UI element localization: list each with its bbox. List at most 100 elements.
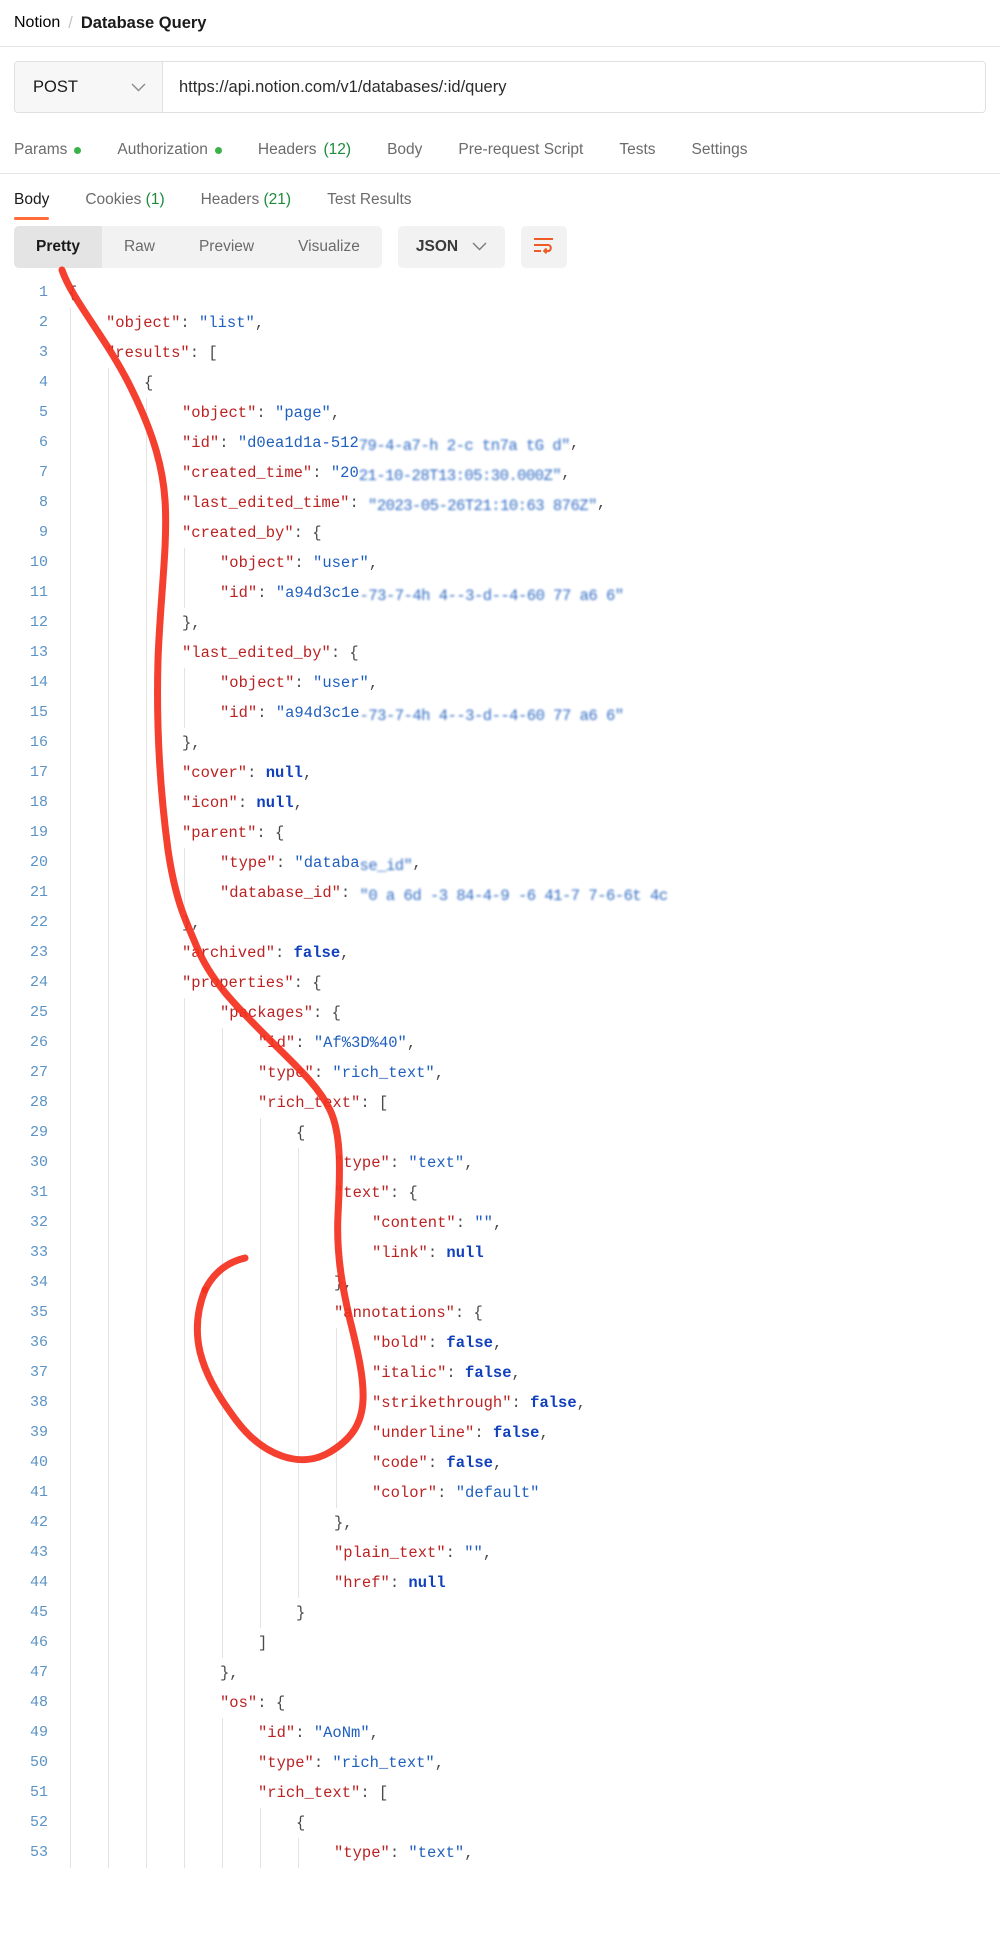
code-line[interactable]: ] <box>58 1628 1000 1658</box>
code-line[interactable]: "icon": null, <box>58 788 1000 818</box>
code-token: , <box>464 1154 474 1172</box>
code-line[interactable]: "rich_text": [ <box>58 1088 1000 1118</box>
view-raw-button[interactable]: Raw <box>102 226 177 268</box>
code-line[interactable]: "type": "rich_text", <box>58 1748 1000 1778</box>
code-line[interactable]: "type": "rich_text", <box>58 1058 1000 1088</box>
line-number: 22 <box>29 914 48 931</box>
http-method-label: POST <box>33 77 78 96</box>
code-line[interactable]: { <box>58 1118 1000 1148</box>
breadcrumb-root[interactable]: Notion <box>14 14 60 32</box>
code-token: , <box>330 404 341 422</box>
code-line[interactable]: "annotations": { <box>58 1298 1000 1328</box>
code-token: null <box>408 1574 446 1592</box>
code-lines[interactable]: {"object": "list", "results": [{"object":… <box>58 278 1000 1868</box>
line-number: 5 <box>38 404 48 421</box>
code-line[interactable]: "plain_text": "", <box>58 1538 1000 1568</box>
code-line[interactable]: "id": "a94d3c1e-73-7-4h 4--3-d--4-60 77 … <box>58 578 1000 608</box>
code-token: false <box>465 1364 512 1382</box>
code-line[interactable]: "created_time": "2021-10-28T13:05:30.000… <box>58 458 1000 488</box>
breadcrumb-current[interactable]: Database Query <box>81 14 207 33</box>
code-line[interactable]: "rich_text": [ <box>58 1778 1000 1808</box>
code-token: "id" <box>258 1034 296 1052</box>
code-line[interactable]: "object": "list", <box>58 308 1000 338</box>
code-line[interactable]: "content": "", <box>58 1208 1000 1238</box>
code-token: false <box>530 1394 577 1412</box>
tab-headers-count: (12) <box>323 141 352 158</box>
code-line[interactable]: "bold": false, <box>58 1328 1000 1358</box>
response-view-segmented-control: Pretty Raw Preview Visualize <box>14 226 382 268</box>
code-line[interactable]: "packages": { <box>58 998 1000 1028</box>
code-line[interactable]: "properties": { <box>58 968 1000 998</box>
tab-settings[interactable]: Settings <box>674 141 766 159</box>
code-line[interactable]: }, <box>58 1658 1000 1688</box>
code-token: "id" <box>220 584 258 602</box>
tab-body[interactable]: Body <box>369 141 440 159</box>
code-line[interactable]: "type": "database_id", <box>58 848 1000 878</box>
request-url-row: POST https://api.notion.com/v1/databases… <box>0 47 1000 127</box>
code-line[interactable]: }, <box>58 908 1000 938</box>
code-line[interactable]: "code": false, <box>58 1448 1000 1478</box>
http-method-select[interactable]: POST <box>15 62 163 112</box>
code-line[interactable]: }, <box>58 1508 1000 1538</box>
code-token: "created_by" <box>182 524 294 542</box>
code-line[interactable]: "last_edited_time": "2023-05-26T21:10:63… <box>58 488 1000 518</box>
code-line[interactable]: "last_edited_by": { <box>58 638 1000 668</box>
code-line[interactable]: "text": { <box>58 1178 1000 1208</box>
code-line[interactable]: "strikethrough": false, <box>58 1388 1000 1418</box>
code-line[interactable]: "parent": { <box>58 818 1000 848</box>
code-line[interactable]: "italic": false, <box>58 1358 1000 1388</box>
code-line[interactable]: { <box>58 368 1000 398</box>
code-token: "user" <box>313 554 369 572</box>
tab-authorization[interactable]: Authorization <box>99 141 239 159</box>
code-line[interactable]: }, <box>58 608 1000 638</box>
code-line[interactable]: "color": "default" <box>58 1478 1000 1508</box>
request-url-input[interactable]: https://api.notion.com/v1/databases/:id/… <box>163 62 985 112</box>
code-line[interactable]: }, <box>58 1268 1000 1298</box>
code-line[interactable]: "href": null <box>58 1568 1000 1598</box>
response-tabs: Body Cookies (1) Headers (21) Test Resul… <box>0 174 1000 220</box>
response-body-json-viewer[interactable]: 1 2 3 4 5 6 7 8 9 10 11 12 13 14 15 16 17 18 19 20 21 22 23 24 2… <box>0 278 1000 1868</box>
view-preview-button[interactable]: Preview <box>177 226 276 268</box>
request-url-box: POST https://api.notion.com/v1/databases… <box>14 61 986 113</box>
code-line[interactable]: { <box>58 1808 1000 1838</box>
response-tab-cookies[interactable]: Cookies (1) <box>67 191 182 220</box>
response-tab-test-results[interactable]: Test Results <box>309 191 429 220</box>
code-line[interactable]: "id": "Af%3D%40", <box>58 1028 1000 1058</box>
code-line[interactable]: "id": "AoNm", <box>58 1718 1000 1748</box>
code-line[interactable]: { <box>58 278 1000 308</box>
tab-params[interactable]: Params <box>14 141 99 159</box>
code-line[interactable]: "archived": false, <box>58 938 1000 968</box>
code-line[interactable]: "underline": false, <box>58 1418 1000 1448</box>
code-line[interactable]: "object": "page", <box>58 398 1000 428</box>
code-line[interactable]: "object": "user", <box>58 548 1000 578</box>
code-line[interactable]: }, <box>58 728 1000 758</box>
word-wrap-toggle-button[interactable] <box>521 226 568 268</box>
line-number: 16 <box>29 734 48 751</box>
response-tab-body[interactable]: Body <box>14 191 67 220</box>
code-token: "object" <box>182 404 257 422</box>
code-token: "italic" <box>372 1364 447 1382</box>
view-pretty-button[interactable]: Pretty <box>14 226 102 268</box>
code-line[interactable]: "type": "text", <box>58 1838 1000 1868</box>
code-line[interactable]: "created_by": { <box>58 518 1000 548</box>
language-select[interactable]: JSON <box>397 226 506 268</box>
code-token: "text" <box>334 1184 390 1202</box>
code-line[interactable]: "os": { <box>58 1688 1000 1718</box>
code-line[interactable]: "link": null <box>58 1238 1000 1268</box>
response-tab-headers[interactable]: Headers (21) <box>183 191 309 220</box>
code-line[interactable]: "object": "user", <box>58 668 1000 698</box>
view-visualize-button[interactable]: Visualize <box>276 226 382 268</box>
breadcrumb-separator: / <box>68 13 73 32</box>
code-token: : { <box>293 524 322 542</box>
tab-headers[interactable]: Headers (12) <box>240 141 369 159</box>
code-token: : <box>257 584 276 602</box>
code-line[interactable]: "database_id": "0 a 6d -3 84-4-9 -6 41-7… <box>58 878 1000 908</box>
code-line[interactable]: "id": "d0ea1d1a-51279-4-a7-h 2-c tn7a tG… <box>58 428 1000 458</box>
code-line[interactable]: "id": "a94d3c1e-73-7-4h 4--3-d--4-60 77 … <box>58 698 1000 728</box>
code-line[interactable]: } <box>58 1598 1000 1628</box>
tab-tests[interactable]: Tests <box>601 141 673 159</box>
code-line[interactable]: "cover": null, <box>58 758 1000 788</box>
code-line[interactable]: "results": [ <box>58 338 1000 368</box>
tab-pre-request-script[interactable]: Pre-request Script <box>440 141 601 159</box>
code-line[interactable]: "type": "text", <box>58 1148 1000 1178</box>
